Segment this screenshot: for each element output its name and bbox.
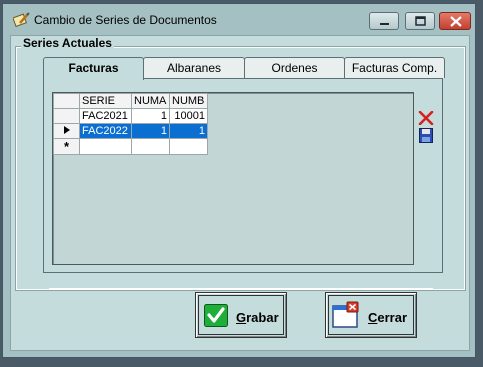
series-table: SERIE NUMA NUMB FAC2021 1 10001 FAC2022 … bbox=[53, 93, 208, 155]
minimize-icon bbox=[380, 23, 389, 25]
grabar-button[interactable]: Grabar bbox=[195, 292, 287, 338]
pencil-note-icon bbox=[13, 12, 30, 27]
new-cell-numa[interactable] bbox=[131, 138, 170, 155]
new-cell-numb[interactable] bbox=[169, 138, 208, 155]
floppy-disk-icon[interactable] bbox=[419, 128, 433, 143]
column-header-numa[interactable]: NUMA bbox=[131, 93, 170, 109]
title-bar[interactable]: Cambio de Series de Documentos bbox=[3, 4, 475, 34]
cerrar-label: Cerrar bbox=[368, 310, 407, 325]
cerrar-mnemonic: C bbox=[368, 310, 378, 325]
green-check-icon bbox=[204, 304, 228, 327]
series-grid[interactable]: SERIE NUMA NUMB FAC2021 1 10001 FAC2022 … bbox=[52, 92, 414, 265]
table-row-selected[interactable]: FAC2022 1 1 bbox=[53, 123, 208, 139]
grid-header-row: SERIE NUMA NUMB bbox=[53, 93, 208, 109]
minimize-button[interactable] bbox=[369, 12, 399, 30]
tab-panel-facturas: SERIE NUMA NUMB FAC2021 1 10001 FAC2022 … bbox=[43, 78, 443, 273]
tab-albaranes[interactable]: Albaranes bbox=[143, 57, 245, 78]
new-row-indicator: * bbox=[53, 138, 80, 155]
cerrar-label-rest: errar bbox=[377, 310, 408, 325]
cell-numa[interactable]: 1 bbox=[131, 108, 170, 124]
cell-numb[interactable]: 1 bbox=[169, 123, 208, 139]
maximize-button[interactable] bbox=[405, 12, 435, 30]
cell-serie[interactable]: FAC2022 bbox=[79, 123, 132, 139]
red-x-icon[interactable] bbox=[418, 111, 434, 125]
tab-ordenes[interactable]: Ordenes bbox=[244, 57, 345, 78]
cell-numb[interactable]: 10001 bbox=[169, 108, 208, 124]
grabar-label: Grabar bbox=[236, 310, 279, 325]
window-title: Cambio de Series de Documentos bbox=[34, 13, 217, 27]
cell-serie[interactable]: FAC2021 bbox=[79, 108, 132, 124]
new-cell-serie[interactable] bbox=[79, 138, 132, 155]
grabar-label-rest: rabar bbox=[246, 310, 279, 325]
row-indicator[interactable] bbox=[53, 108, 80, 124]
tab-facturas-comp[interactable]: Facturas Comp. bbox=[344, 57, 445, 78]
cell-numa[interactable]: 1 bbox=[131, 123, 170, 139]
cerrar-button[interactable]: Cerrar bbox=[325, 292, 417, 338]
tab-facturas[interactable]: Facturas bbox=[43, 57, 144, 80]
close-icon bbox=[450, 16, 462, 27]
current-row-indicator[interactable] bbox=[53, 123, 80, 139]
current-row-arrow-icon bbox=[63, 125, 70, 134]
close-window-icon bbox=[332, 301, 359, 328]
group-label: Series Actuales bbox=[21, 36, 114, 50]
close-button[interactable] bbox=[439, 12, 471, 30]
new-row[interactable]: * bbox=[53, 138, 208, 155]
row-indicator-header bbox=[53, 93, 80, 109]
maximize-icon bbox=[415, 16, 426, 26]
column-header-numb[interactable]: NUMB bbox=[169, 93, 208, 109]
column-header-serie[interactable]: SERIE bbox=[79, 93, 132, 109]
grabar-mnemonic: G bbox=[236, 310, 247, 325]
table-row[interactable]: FAC2021 1 10001 bbox=[53, 108, 208, 124]
